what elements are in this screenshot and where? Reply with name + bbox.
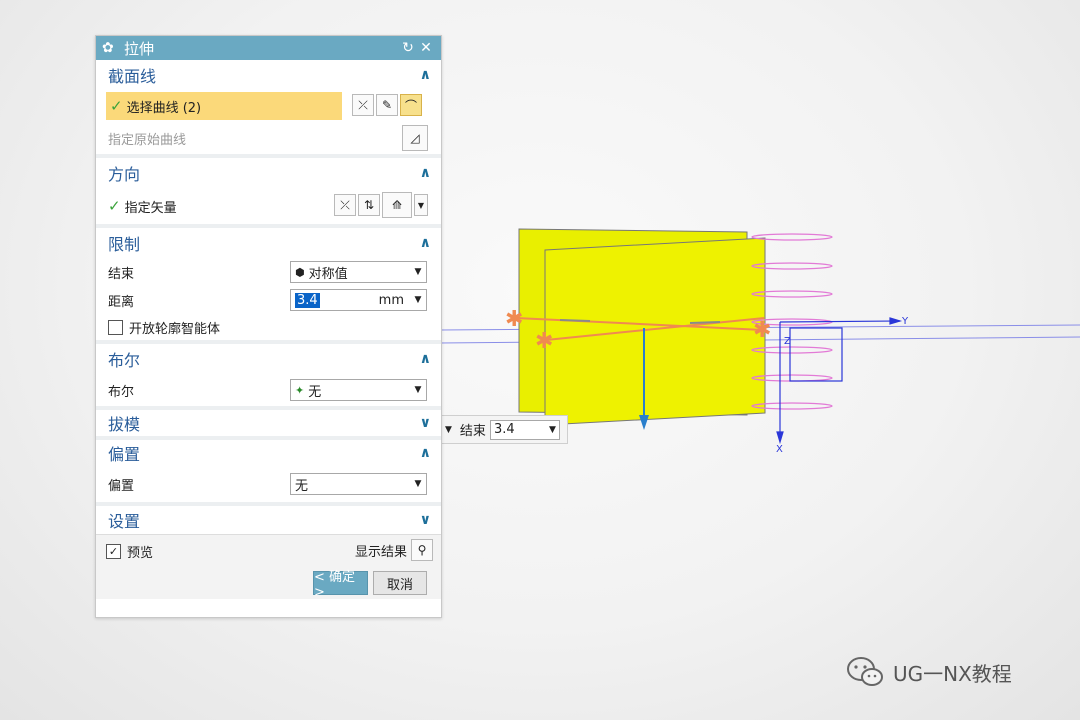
extrude-sheet-front [544,237,766,426]
axis-x-label: X [776,444,783,455]
gear-icon[interactable]: ✿ [102,40,118,56]
show-result-label: 显示结果 [354,544,407,560]
settings-title: 设置 [108,512,141,531]
section-curve-group: 截面线 ∧ ✓ 选择曲线 (2) ⤫ ✎ ⌒ 指定原始曲线 ◿ [96,60,441,158]
dropdown-arrow-icon[interactable]: ▼ [445,425,452,435]
magnifier-icon[interactable]: ⚲ [411,539,433,561]
boolean-select[interactable]: ✦ 无 ▼ [290,379,427,401]
section-curve-header[interactable]: 截面线 ∧ [96,60,441,90]
wechat-icon [847,657,883,686]
svg-text:✱: ✱ [505,307,523,332]
distance-value: 3.4 [295,292,320,308]
chevron-down-icon[interactable]: ▼ [414,194,428,216]
reverse-direction-icon[interactable]: ⇅ [358,194,380,216]
axis-z-label: Z [784,336,791,347]
onscreen-end-input[interactable]: ▼ 结束 3.4 ▼ [440,415,568,444]
draft-group: 拔模 ∨ [96,410,441,440]
offset-title: 偏置 [108,445,141,464]
check-icon: ✓ [110,97,123,115]
boolean-title: 布尔 [108,351,141,370]
specify-vector-label: 指定矢量 [124,200,177,216]
symmetric-icon: ⬢ [295,265,305,279]
svg-text:✱: ✱ [753,318,771,343]
offset-group: 偏置 ∧ 偏置 无 ▼ [96,440,441,506]
svg-text:✱: ✱ [535,329,553,354]
dialog-title: 拉伸 [124,39,155,58]
select-curve-label: 选择曲线 (2) [126,100,202,116]
distance-unit: mm [378,292,404,308]
direction-group: 方向 ∧ ✓ 指定矢量 ⤫ ⇅ ⟰ ▼ [96,158,441,228]
float-end-label: 结束 [459,424,486,439]
watermark-text: UG一NX教程 [893,661,1012,686]
cancel-button[interactable]: 取消 [373,571,427,595]
axis-y-label: Y [901,316,909,327]
deselect-icon[interactable]: ⤫ [352,94,374,116]
limits-header[interactable]: 限制 ∧ [96,228,441,258]
offset-select-value: 无 [295,478,309,494]
limits-group: 限制 ∧ 结束 ⬢ 对称值 ▼ 距离 3.4 mm ▼ 开放轮廓智能体 [96,228,441,344]
end-select[interactable]: ⬢ 对称值 ▼ [290,261,427,283]
chevron-down-icon: ▼ [414,295,422,305]
open-profile-label: 开放轮廓智能体 [129,321,221,337]
chevron-down-icon: ▼ [549,424,556,435]
select-curve-row[interactable]: ✓ 选择曲线 (2) [106,92,342,120]
float-end-value: 3.4 [493,422,515,437]
preview-checkbox[interactable]: ✓ [106,544,121,559]
preview-label: 预览 [127,546,154,561]
chevron-up-icon: ∧ [419,67,431,83]
limits-title: 限制 [108,235,141,254]
boolean-group: 布尔 ∧ 布尔 ✦ 无 ▼ [96,344,441,410]
chevron-up-icon: ∧ [419,445,431,461]
settings-header[interactable]: 设置 ∨ [96,506,441,534]
offset-select[interactable]: 无 ▼ [290,473,427,495]
distance-input[interactable]: 3.4 mm ▼ [290,289,427,311]
chevron-down-icon: ▼ [414,267,422,277]
csys [776,317,903,445]
close-icon[interactable]: ✕ [417,40,435,56]
vector-icon[interactable]: ⟰ [382,192,412,218]
reset-icon[interactable]: ↻ [399,40,417,56]
offset-header[interactable]: 偏置 ∧ [96,440,441,466]
open-profile-checkbox[interactable] [108,319,123,335]
chevron-up-icon: ∧ [419,165,431,181]
ok-button[interactable]: < 确定 > [313,570,368,600]
deselect-icon[interactable]: ⤫ [334,194,356,216]
check-icon: ✓ [108,197,121,215]
sketch-section-icon[interactable]: ✎ [376,94,398,116]
watermark: UG一NX教程 [845,655,1012,689]
chevron-up-icon: ∧ [419,235,431,251]
boolean-label: 布尔 [108,384,135,400]
chevron-down-icon: ▼ [414,479,422,489]
extrude-dialog: ✿ 拉伸 ↻ ✕ 截面线 ∧ ✓ 选择曲线 (2) ⤫ ✎ ⌒ 指定原始曲线 ◿ [95,35,442,618]
distance-label: 距离 [108,294,135,310]
chevron-down-icon: ∨ [419,415,431,431]
chevron-down-icon: ∨ [419,512,431,528]
curve-select-icon[interactable]: ⌒ [400,94,422,116]
draft-header[interactable]: 拔模 ∨ [96,410,441,436]
section-curve-title: 截面线 [108,67,157,86]
draft-title: 拔模 [108,415,141,434]
original-curve-label: 指定原始曲线 [108,132,187,148]
boolean-header[interactable]: 布尔 ∧ [96,344,441,374]
dialog-footer: ✓ 预览 显示结果 ⚲ < 确定 > 取消 [96,534,441,600]
original-curve-icon[interactable]: ◿ [402,125,428,151]
chevron-up-icon: ∧ [419,351,431,367]
direction-title: 方向 [108,165,141,184]
settings-group: 设置 ∨ [96,506,441,534]
end-select-value: 对称值 [308,266,348,282]
end-label: 结束 [108,266,135,282]
chevron-down-icon: ▼ [414,385,422,395]
boolean-none-icon: ✦ [295,383,305,397]
dialog-titlebar: ✿ 拉伸 ↻ ✕ [96,36,441,60]
direction-header[interactable]: 方向 ∧ [96,158,441,188]
float-end-field[interactable]: 3.4 ▼ [489,419,560,440]
boolean-select-value: 无 [308,384,322,400]
offset-label: 偏置 [108,478,135,494]
